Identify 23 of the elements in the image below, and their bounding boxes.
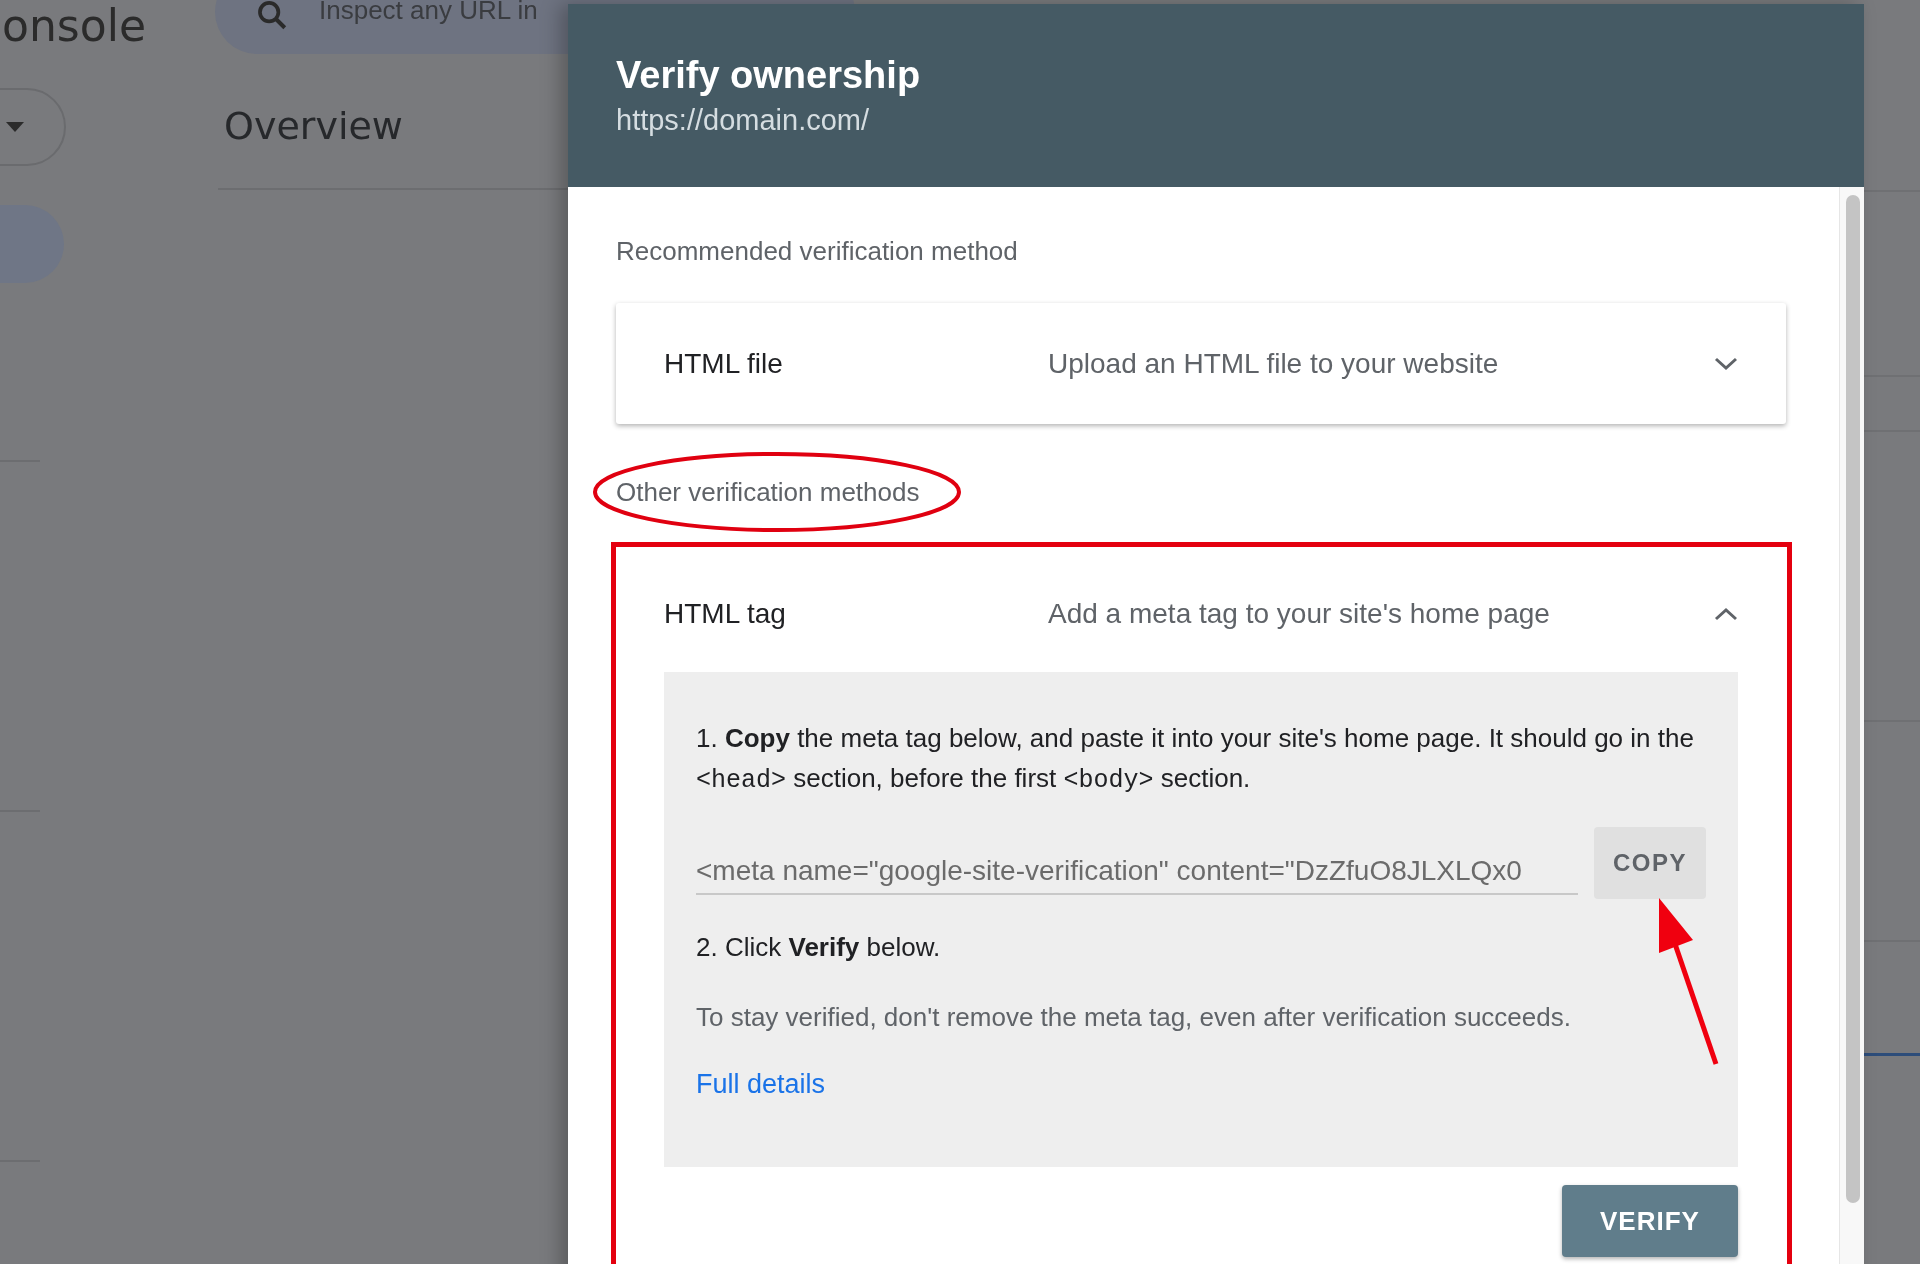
dropdown-caret-icon — [6, 122, 24, 132]
full-details-link[interactable]: Full details — [696, 1069, 826, 1100]
chevron-down-icon[interactable] — [1714, 356, 1738, 371]
method-card[interactable]: HTML file Upload an HTML file to your website — [616, 303, 1786, 424]
meta-tag-field[interactable]: <meta name="google-site-verification" content="DzZfuO8JLXLQx0 — [696, 853, 1578, 895]
scrollbar[interactable] — [1839, 187, 1864, 1264]
section-label: Recommended verification method — [616, 235, 1019, 267]
method-description: Add a meta tag to your site's home page — [1048, 598, 1551, 630]
method-name: HTML tag — [664, 598, 787, 630]
logo-text: onsole — [2, 0, 146, 51]
site-url: https://domain.com/ — [616, 104, 871, 137]
step-text: 1. Copy the meta tag below, and paste it into your site's home page. It should go in the <head> section, before the first <body> section. — [696, 722, 1695, 797]
page-title: Overview — [224, 104, 403, 148]
note-text: To stay verified, don't remove the meta tag, even after verification succeeds. — [696, 1001, 1572, 1034]
search-icon — [255, 0, 289, 32]
method-name: HTML file — [664, 347, 784, 380]
step-text: 2. Click Verify below. — [696, 931, 942, 964]
dialog-title: Verify ownership — [616, 53, 922, 98]
chevron-up-icon[interactable] — [1714, 607, 1738, 621]
verify-button[interactable]: VERIFY — [1562, 1185, 1738, 1257]
copy-button[interactable]: COPY — [1594, 827, 1706, 899]
method-description: Upload an HTML file to your website — [1048, 347, 1500, 380]
section-label: Other verification methods — [616, 477, 920, 507]
